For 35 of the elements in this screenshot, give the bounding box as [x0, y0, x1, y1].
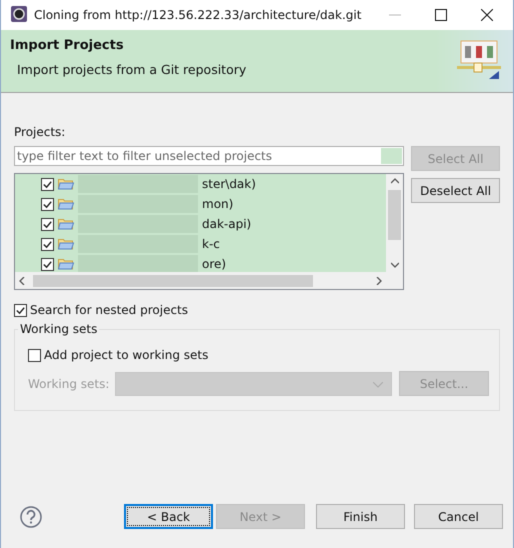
- checkbox[interactable]: [41, 178, 54, 190]
- folder-icon: [58, 178, 74, 190]
- folder-icon: [58, 258, 74, 270]
- folder-icon: [58, 218, 74, 230]
- project-name[interactable]: mon): [202, 197, 234, 211]
- checkbox[interactable]: [41, 198, 54, 210]
- page-title: Import Projects: [10, 38, 125, 53]
- project-name[interactable]: k-c: [202, 237, 220, 251]
- finish-button[interactable]: Finish: [316, 504, 405, 529]
- project-name[interactable]: ore): [202, 257, 226, 271]
- checkbox[interactable]: [41, 258, 54, 270]
- horizontal-scrollbar[interactable]: [15, 272, 404, 289]
- close-icon[interactable]: [481, 9, 493, 21]
- checkbox-label: Add project to working sets: [44, 348, 208, 362]
- checkbox[interactable]: [41, 218, 54, 230]
- vertical-scrollbar[interactable]: [386, 174, 404, 272]
- checkbox[interactable]: [14, 304, 27, 316]
- back-button[interactable]: < Back: [124, 504, 213, 529]
- cancel-button[interactable]: Cancel: [414, 504, 503, 529]
- field-label: Working sets:: [28, 376, 110, 390]
- checkbox[interactable]: [28, 348, 41, 362]
- folder-icon: [58, 198, 74, 210]
- project-name[interactable]: dak-api): [202, 217, 252, 231]
- filter-field[interactable]: type filter text to filter unselected projects: [14, 146, 404, 166]
- checkbox-label: Search for nested projects: [30, 303, 188, 317]
- maximize-icon[interactable]: [435, 9, 447, 21]
- group-title: Working sets: [18, 322, 100, 336]
- section-label: Projects:: [14, 125, 66, 139]
- checkbox[interactable]: [41, 238, 54, 250]
- project-name[interactable]: ster\dak): [202, 177, 256, 191]
- help-icon[interactable]: [20, 506, 42, 528]
- deselect-all-button[interactable]: Deselect All: [411, 178, 500, 203]
- page-description: Import projects from a Git repository: [17, 62, 246, 77]
- window-title: Cloning from http://123.56.222.33/architecture/dak.git: [34, 8, 362, 22]
- folder-icon: [58, 238, 74, 250]
